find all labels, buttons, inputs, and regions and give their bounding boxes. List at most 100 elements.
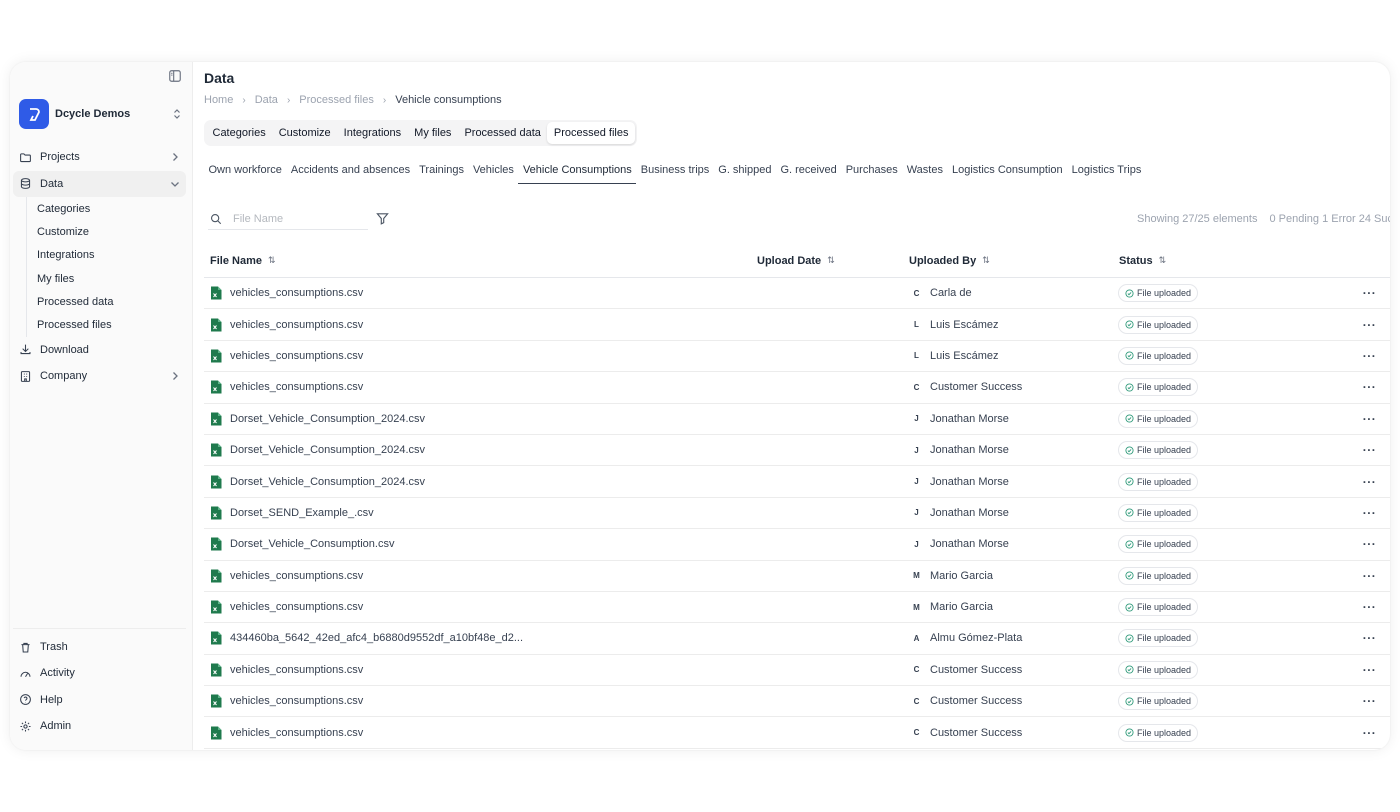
more-horizontal-icon[interactable]: ··· <box>1363 727 1377 739</box>
subtab-wastes[interactable]: Wastes <box>902 160 947 184</box>
table-row[interactable]: Dorset_Vehicle_Consumption_2024.csv J Jo… <box>204 466 1390 498</box>
breadcrumb-processed-files[interactable]: Processed files <box>299 94 374 106</box>
subnav-item-integrations[interactable]: Integrations <box>37 244 186 267</box>
subtab-accidents-absences[interactable]: Accidents and absences <box>286 160 414 184</box>
tab-categories[interactable]: Categories <box>206 122 272 144</box>
breadcrumb-home[interactable]: Home <box>204 94 233 106</box>
table-row[interactable]: 434460ba_5642_42ed_afc4_b6880d9552df_a10… <box>204 623 1390 655</box>
avatar: A <box>913 633 920 643</box>
column-status[interactable]: Status ⇅ <box>1119 255 1349 267</box>
sort-icon[interactable]: ⇅ <box>1159 255 1167 266</box>
sidebar-item-download[interactable]: Download <box>13 337 186 363</box>
file-name[interactable]: Dorset_Vehicle_Consumption_2024.csv <box>230 444 425 456</box>
tab-customize[interactable]: Customize <box>272 122 337 144</box>
more-horizontal-icon[interactable]: ··· <box>1363 319 1377 331</box>
sidebar-item-admin[interactable]: Admin <box>13 713 186 739</box>
sidebar-collapse-icon[interactable] <box>168 69 182 83</box>
subtab-logistics-trips[interactable]: Logistics Trips <box>1067 160 1146 184</box>
sidebar-item-data[interactable]: Data <box>13 170 186 197</box>
file-name[interactable]: vehicles_consumptions.csv <box>230 664 363 676</box>
more-horizontal-icon[interactable]: ··· <box>1363 381 1377 393</box>
table-row[interactable]: Dorset_Vehicle_Consumption_2024.csv J Jo… <box>204 404 1390 435</box>
table-row[interactable]: vehicles_consumptions.csv C Carla de Fil… <box>204 278 1390 310</box>
table-row[interactable]: Dorset_SEND_Example_.csv J Jonathan Mors… <box>204 498 1390 530</box>
check-circle-icon <box>1125 728 1134 737</box>
sidebar-item-projects[interactable]: Projects <box>13 144 186 170</box>
column-file-name[interactable]: File Name ⇅ <box>204 255 757 267</box>
file-name[interactable]: vehicles_consumptions.csv <box>230 695 363 707</box>
more-horizontal-icon[interactable]: ··· <box>1363 538 1377 550</box>
more-horizontal-icon[interactable]: ··· <box>1363 664 1377 676</box>
subtab-vehicles[interactable]: Vehicles <box>468 160 518 184</box>
subnav-item-my-files[interactable]: My files <box>37 267 186 290</box>
column-upload-date[interactable]: Upload Date ⇅ <box>757 255 909 267</box>
table-row[interactable]: vehicles_consumptions.csv M Mario Garcia… <box>204 561 1390 592</box>
sidebar-item-trash[interactable]: Trash <box>13 634 186 660</box>
more-horizontal-icon[interactable]: ··· <box>1363 413 1377 425</box>
subnav-item-processed-files[interactable]: Processed files <box>37 313 186 336</box>
check-circle-icon <box>1125 634 1134 643</box>
file-name[interactable]: vehicles_consumptions.csv <box>230 727 363 739</box>
uploaded-by-cell: J Jonathan Morse <box>909 413 1119 425</box>
breadcrumb-separator-icon: › <box>382 94 387 106</box>
table-row[interactable]: vehicles_consumptions.csv C Customer Suc… <box>204 717 1390 749</box>
subtab-goods-received[interactable]: G. received <box>776 160 841 184</box>
tab-processed-data[interactable]: Processed data <box>458 122 547 144</box>
more-horizontal-icon[interactable]: ··· <box>1363 476 1377 488</box>
file-name[interactable]: 434460ba_5642_42ed_afc4_b6880d9552df_a10… <box>230 632 523 644</box>
file-name[interactable]: Dorset_Vehicle_Consumption_2024.csv <box>230 476 425 488</box>
table-row[interactable]: vehicles_consumptions.csv L Luis Escámez… <box>204 341 1390 373</box>
more-horizontal-icon[interactable]: ··· <box>1363 507 1377 519</box>
subnav-item-categories[interactable]: Categories <box>37 197 186 220</box>
file-name[interactable]: vehicles_consumptions.csv <box>230 287 363 299</box>
table-row[interactable]: Dorset_Vehicle_Consumption.csv J Jonatha… <box>204 529 1390 561</box>
subtab-trainings[interactable]: Trainings <box>415 160 469 184</box>
status-label: File uploaded <box>1137 319 1192 330</box>
sidebar-item-help[interactable]: Help <box>13 687 186 713</box>
more-horizontal-icon[interactable]: ··· <box>1363 570 1377 582</box>
more-horizontal-icon[interactable]: ··· <box>1363 695 1377 707</box>
search-input[interactable] <box>233 212 353 225</box>
table-row[interactable]: Dorset_Vehicle_Consumption_2024.csv J Jo… <box>204 435 1390 467</box>
file-name[interactable]: Dorset_SEND_Example_.csv <box>230 507 374 519</box>
subtab-logistics-consumption[interactable]: Logistics Consumption <box>947 160 1067 184</box>
subtab-vehicle-consumptions[interactable]: Vehicle Consumptions <box>518 160 637 184</box>
table-row[interactable]: vehicles_consumptions.csv C Customer Suc… <box>204 372 1390 404</box>
file-name[interactable]: vehicles_consumptions.csv <box>230 601 363 613</box>
file-name[interactable]: Dorset_Vehicle_Consumption_2024.csv <box>230 413 425 425</box>
subtab-own-workforce[interactable]: Own workforce <box>204 160 286 184</box>
file-name[interactable]: vehicles_consumptions.csv <box>230 570 363 582</box>
table-row[interactable]: vehicles_consumptions.csv L Luis Escámez… <box>204 309 1390 341</box>
tab-integrations[interactable]: Integrations <box>337 122 407 144</box>
column-uploaded-by[interactable]: Uploaded By ⇅ <box>909 255 1119 267</box>
filter-icon[interactable] <box>376 212 389 225</box>
file-name[interactable]: vehicles_consumptions.csv <box>230 350 363 362</box>
spreadsheet-icon <box>211 600 222 614</box>
more-horizontal-icon[interactable]: ··· <box>1363 287 1377 299</box>
table-row[interactable]: vehicles_consumptions.csv C Customer Suc… <box>204 655 1390 687</box>
file-name[interactable]: vehicles_consumptions.csv <box>230 381 363 393</box>
subtab-goods-shipped[interactable]: G. shipped <box>714 160 776 184</box>
more-horizontal-icon[interactable]: ··· <box>1363 601 1377 613</box>
file-name[interactable]: vehicles_consumptions.csv <box>230 319 363 331</box>
org-switcher[interactable]: Dcycle Demos <box>19 98 185 130</box>
subnav-item-customize[interactable]: Customize <box>37 220 186 243</box>
uploaded-by-cell: C Carla de <box>909 287 1119 299</box>
tab-processed-files[interactable]: Processed files <box>547 122 635 144</box>
subtab-purchases[interactable]: Purchases <box>841 160 902 184</box>
subtab-business-trips[interactable]: Business trips <box>636 160 713 184</box>
table-row[interactable]: vehicles_consumptions.csv C Customer Suc… <box>204 686 1390 718</box>
table-row[interactable]: vehicles_consumptions.csv M Mario Garcia… <box>204 592 1390 624</box>
sidebar-item-activity[interactable]: Activity <box>13 660 186 686</box>
sort-icon[interactable]: ⇅ <box>982 255 990 266</box>
sort-icon[interactable]: ⇅ <box>268 255 276 266</box>
sort-icon[interactable]: ⇅ <box>827 255 835 266</box>
more-horizontal-icon[interactable]: ··· <box>1363 444 1377 456</box>
file-name[interactable]: Dorset_Vehicle_Consumption.csv <box>230 538 394 550</box>
subnav-item-processed-data[interactable]: Processed data <box>37 290 186 313</box>
breadcrumb-data[interactable]: Data <box>255 94 278 106</box>
sidebar-item-company[interactable]: Company <box>13 363 186 389</box>
more-horizontal-icon[interactable]: ··· <box>1363 350 1377 362</box>
more-horizontal-icon[interactable]: ··· <box>1363 632 1377 644</box>
tab-my-files[interactable]: My files <box>408 122 458 144</box>
